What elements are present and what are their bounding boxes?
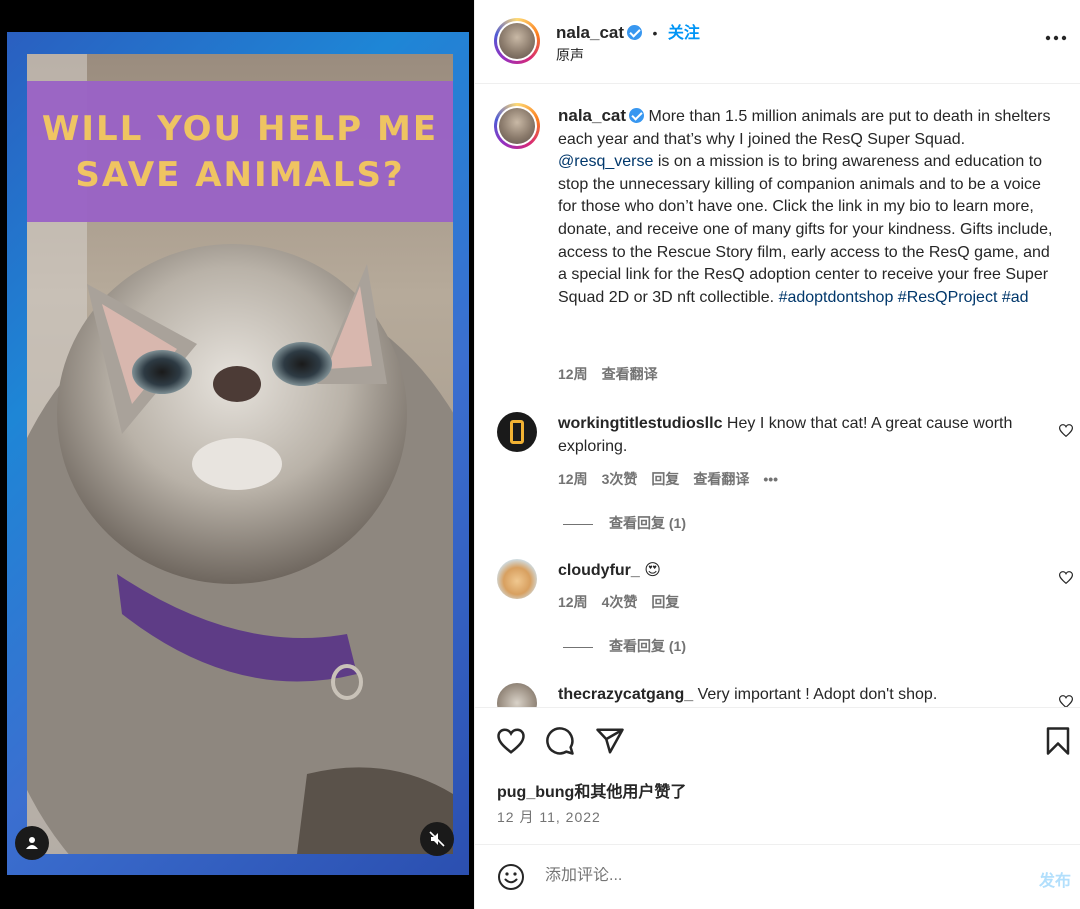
post-details-panel: nala_cat • 关注 原声 nala_cat More than 1.5 … [474, 0, 1080, 909]
hashtag-link[interactable]: #adoptdontshop [779, 289, 894, 306]
banner-line-2: SAVE ANIMALS? [75, 154, 405, 195]
comment-like-heart-icon[interactable] [1059, 571, 1073, 584]
more-horizontal-icon[interactable] [1045, 34, 1067, 42]
hashtag-link[interactable]: #ResQProject [898, 289, 998, 306]
comment-text: cloudyfur_ 😍 [558, 562, 661, 579]
commenter-username[interactable]: workingtitlestudiosllc [558, 415, 722, 432]
comment-like-heart-icon[interactable] [1059, 424, 1073, 437]
video-frame: WILL YOU HELP ME SAVE ANIMALS? [7, 32, 469, 875]
emoji-icon[interactable] [497, 863, 525, 891]
author-avatar[interactable] [494, 18, 540, 64]
verified-badge-icon [627, 25, 643, 40]
comment-meta: 12周 3次赞 回复 查看翻译 ••• [558, 471, 779, 487]
audio-label[interactable]: 原声 [556, 45, 584, 65]
video-banner: WILL YOU HELP ME SAVE ANIMALS? [27, 81, 453, 222]
commenter-username[interactable]: cloudyfur_ [558, 562, 640, 579]
comment-like-heart-icon[interactable] [1059, 695, 1073, 707]
caption-username[interactable]: nala_cat [558, 106, 626, 125]
post-media[interactable]: WILL YOU HELP ME SAVE ANIMALS? [0, 0, 474, 909]
commenter-username[interactable]: thecrazycatgang_ [558, 686, 693, 703]
follow-button[interactable]: 关注 [668, 25, 700, 42]
commenter-avatar[interactable] [497, 412, 537, 452]
mention-link[interactable]: @resq_verse [558, 153, 653, 170]
caption-author-avatar[interactable] [494, 103, 540, 149]
caption-time[interactable]: 12周 [558, 366, 588, 382]
post-date: 12 月 11, 2022 [497, 809, 601, 825]
add-comment-bar: 发布 [475, 844, 1080, 909]
banner-line-1: WILL YOU HELP ME [41, 108, 439, 149]
separator-dot: • [652, 25, 658, 41]
verified-badge-icon [629, 108, 645, 123]
person-icon [26, 837, 38, 849]
tagged-users-button[interactable] [15, 826, 49, 860]
mute-button[interactable] [420, 822, 454, 856]
caption-text: nala_cat More than 1.5 million animals a… [558, 106, 1053, 306]
comment-options-button[interactable]: ••• [763, 471, 778, 487]
speaker-muted-icon [429, 831, 445, 847]
author-username[interactable]: nala_cat [556, 23, 624, 42]
post-header: nala_cat • 关注 原声 [475, 0, 1080, 84]
comments-scroll-area[interactable]: nala_cat More than 1.5 million animals a… [475, 85, 1080, 707]
view-replies-button[interactable]: 查看回复 (1) [563, 636, 686, 656]
video-content[interactable]: WILL YOU HELP ME SAVE ANIMALS? [27, 54, 453, 854]
commenter-avatar[interactable] [497, 683, 537, 707]
commenter-avatar[interactable] [497, 559, 537, 599]
caption-translate[interactable]: 查看翻译 [602, 366, 658, 382]
comment-text: workingtitlestudiosllc Hey I know that c… [558, 415, 1013, 455]
view-replies-button[interactable]: 查看回复 (1) [563, 513, 686, 533]
share-icon[interactable] [595, 726, 625, 756]
comment-icon[interactable] [545, 726, 575, 756]
bookmark-icon[interactable] [1045, 726, 1071, 756]
hashtag-link[interactable]: #ad [1002, 289, 1029, 306]
comment-input[interactable] [545, 867, 945, 885]
caption-meta: 12周 查看翻译 [558, 364, 672, 384]
comment-meta: 12周 4次赞 回复 [558, 594, 680, 610]
comment-text: thecrazycatgang_ Very important ! Adopt … [558, 686, 938, 703]
likes-summary[interactable]: pug_bung和其他用户赞了 [497, 778, 686, 802]
heart-icon[interactable] [496, 726, 526, 756]
post-comment-button[interactable]: 发布 [1039, 867, 1071, 891]
